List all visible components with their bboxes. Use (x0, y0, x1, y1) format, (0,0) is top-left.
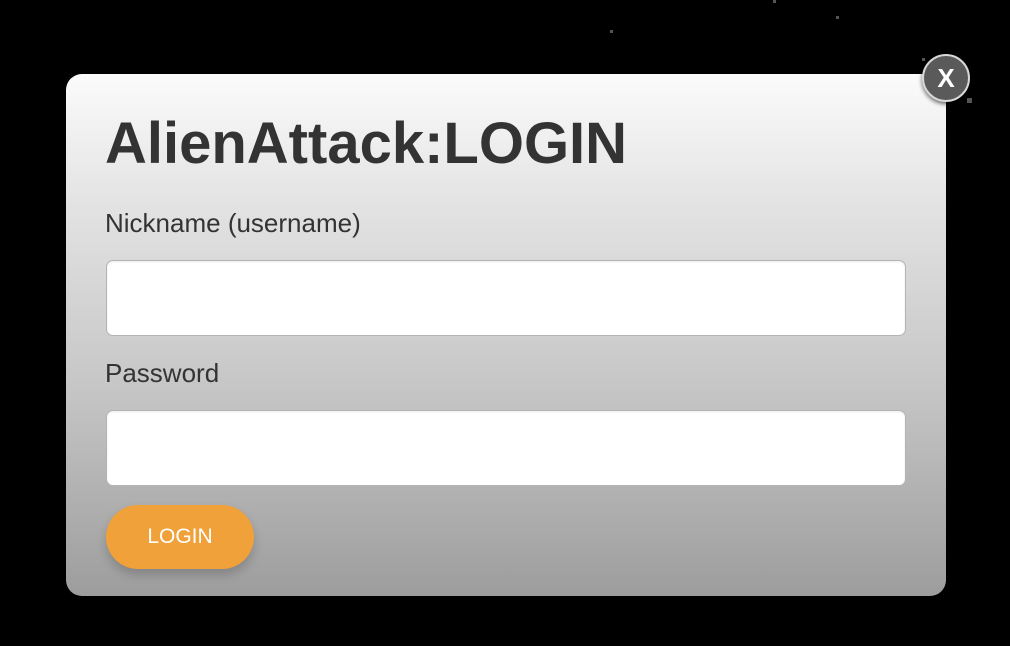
login-button[interactable]: LOGIN (106, 505, 254, 569)
game-background: AlienAttack:LOGIN Nickname (username) Pa… (0, 0, 1010, 646)
star (922, 58, 925, 61)
login-dialog: AlienAttack:LOGIN Nickname (username) Pa… (66, 74, 946, 596)
star (836, 16, 839, 19)
password-input[interactable] (106, 410, 906, 486)
star (773, 0, 776, 3)
password-label: Password (105, 358, 220, 388)
username-input[interactable] (106, 260, 906, 336)
dialog-title: AlienAttack:LOGIN (105, 111, 628, 176)
star (967, 98, 972, 103)
star (610, 30, 613, 33)
close-button[interactable]: X (922, 54, 970, 102)
username-label: Nickname (username) (105, 208, 361, 238)
